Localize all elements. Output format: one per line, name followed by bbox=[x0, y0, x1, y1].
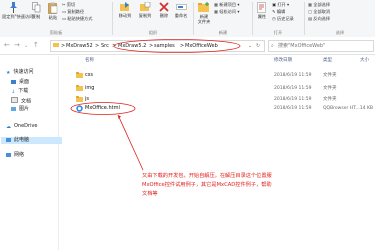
annotation-overlay bbox=[70, 102, 144, 171]
file-highlight-ellipse bbox=[70, 102, 136, 115]
annotation-arrow bbox=[117, 114, 144, 171]
annotation-text: 又由下载的开发包，开始自解压，在解压目录这个位置服MxOffice控件试用例子，… bbox=[142, 173, 272, 197]
